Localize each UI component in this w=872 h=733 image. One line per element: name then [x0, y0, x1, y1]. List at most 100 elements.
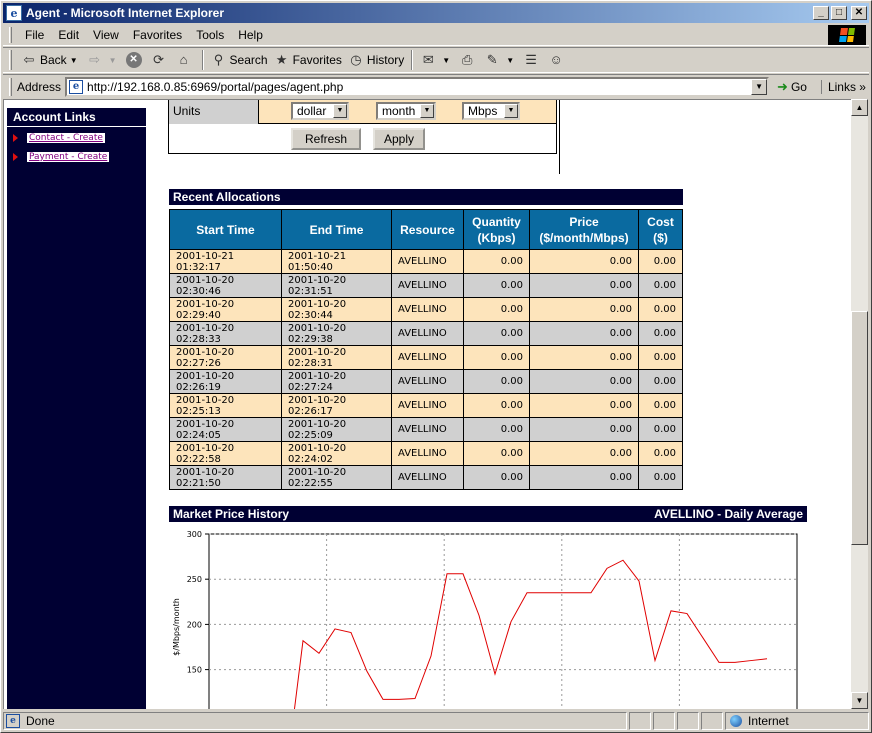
address-dropdown-icon[interactable]: ▼: [751, 78, 768, 95]
back-arrow-icon: ⇦: [23, 52, 35, 67]
page-viewport[interactable]: Account Links Contact - Create Payment -…: [3, 99, 851, 709]
stop-button[interactable]: ✕: [123, 49, 148, 71]
menu-file[interactable]: File: [18, 28, 51, 42]
contact-create-link[interactable]: Contact - Create: [27, 133, 105, 143]
window-title: Agent - Microsoft Internet Explorer: [26, 6, 225, 20]
cost-cell: 0.00: [638, 249, 683, 274]
price-cell: 0.00: [529, 369, 639, 394]
print-icon: ⎙: [461, 52, 473, 67]
ie-icon: e: [6, 5, 22, 21]
menu-favorites[interactable]: Favorites: [126, 28, 189, 42]
table-row: 2001-10-20 02:28:33 2001-10-20 02:29:38 AV…: [169, 321, 683, 346]
back-label: Back: [40, 53, 67, 67]
history-button[interactable]: ◷ History: [345, 49, 407, 71]
market-price-history-bar: Market Price History AVELLINO - Daily Av…: [169, 506, 807, 522]
search-icon: ⚲: [213, 52, 224, 67]
left-navigation: Account Links Contact - Create Payment -…: [7, 100, 146, 709]
col-quantity: Quantity (Kbps): [463, 209, 530, 250]
start-time-cell: 2001-10-20 02:30:46: [169, 273, 282, 298]
apply-button[interactable]: Apply: [373, 128, 425, 150]
scroll-down-icon[interactable]: ▼: [851, 692, 868, 709]
resource-cell: AVELLINO: [391, 441, 464, 466]
bullet-triangle-icon: [13, 134, 18, 142]
market-price-chart: 100150200250300$/Mbps/month: [169, 524, 809, 709]
browser-window: e Agent - Microsoft Internet Explorer _ …: [0, 0, 872, 733]
messenger-icon: ☺: [549, 52, 563, 67]
table-row: 2001-10-21 01:32:17 2001-10-21 01:50:40 AV…: [169, 249, 683, 274]
address-input[interactable]: e http://192.168.0.85:6969/portal/pages/…: [65, 76, 770, 97]
messenger-button[interactable]: ☺: [545, 49, 570, 71]
standard-toolbar: ⇦ Back ▼ ⇨ ▼ ✕ ⟳ ⌂ ⚲ Search ★ Favorites …: [3, 47, 869, 73]
go-button[interactable]: ➜ Go: [777, 79, 807, 95]
payment-create-link[interactable]: Payment - Create: [27, 152, 110, 162]
rate-select[interactable]: Mbps ▼: [462, 102, 520, 120]
start-time-cell: 2001-10-20 02:24:05: [169, 417, 282, 442]
price-series-line: [293, 559, 768, 709]
close-button[interactable]: ✕: [851, 6, 867, 20]
status-cell: [701, 712, 723, 730]
back-dropdown-icon[interactable]: ▼: [70, 56, 78, 65]
quantity-cell: 0.00: [463, 441, 530, 466]
end-time-cell: 2001-10-20 02:29:38: [281, 321, 392, 346]
quantity-cell: 0.00: [463, 345, 530, 370]
column-divider: [559, 100, 560, 174]
refresh-form-button[interactable]: Refresh: [291, 128, 361, 150]
links-button[interactable]: Links »: [820, 79, 866, 94]
currency-value: dollar: [297, 104, 327, 118]
chevron-down-icon[interactable]: ▼: [504, 104, 518, 118]
nav-item-contact-create[interactable]: Contact - Create: [13, 133, 146, 143]
scroll-up-icon[interactable]: ▲: [851, 99, 868, 116]
cost-cell: 0.00: [638, 441, 683, 466]
cost-cell: 0.00: [638, 417, 683, 442]
favorites-button[interactable]: ★ Favorites: [271, 49, 345, 71]
table-header-row: Start Time End Time Resource Quantity (K…: [169, 209, 683, 250]
y-tick-label: 150: [187, 666, 202, 675]
col-start-time: Start Time: [169, 209, 282, 250]
mail-dropdown-icon[interactable]: ▼: [442, 56, 450, 65]
recent-allocations-title: Recent Allocations: [169, 189, 683, 205]
chevron-down-icon[interactable]: ▼: [333, 104, 347, 118]
start-time-cell: 2001-10-20 02:22:58: [169, 441, 282, 466]
nav-item-payment-create[interactable]: Payment - Create: [13, 152, 146, 162]
allocations-table: Start Time End Time Resource Quantity (K…: [169, 209, 683, 490]
quantity-cell: 0.00: [463, 297, 530, 322]
scroll-thumb[interactable]: [851, 311, 868, 545]
search-button[interactable]: ⚲ Search: [208, 49, 271, 71]
vertical-scrollbar[interactable]: ▲ ▼: [851, 99, 868, 709]
resource-cell: AVELLINO: [391, 249, 464, 274]
minimize-button[interactable]: _: [813, 6, 829, 20]
mail-button[interactable]: ✉ ▼: [417, 49, 456, 71]
zone-label: Internet: [748, 714, 789, 728]
end-time-cell: 2001-10-20 02:31:51: [281, 273, 392, 298]
edit-dropdown-icon[interactable]: ▼: [506, 56, 514, 65]
discuss-button[interactable]: ☰: [520, 49, 545, 71]
chevron-down-icon[interactable]: ▼: [420, 104, 434, 118]
units-label: Units: [169, 100, 259, 124]
currency-select[interactable]: dollar ▼: [291, 102, 349, 120]
end-time-cell: 2001-10-20 02:25:09: [281, 417, 392, 442]
edit-button[interactable]: ✎ ▼: [481, 49, 520, 71]
menu-edit[interactable]: Edit: [51, 28, 86, 42]
toolbar-separator: [201, 50, 204, 70]
go-arrow-icon: ➜: [777, 78, 788, 94]
home-button[interactable]: ⌂: [173, 49, 198, 71]
menu-tools[interactable]: Tools: [189, 28, 231, 42]
market-title: Market Price History: [173, 507, 290, 521]
price-cell: 0.00: [529, 273, 639, 298]
quantity-cell: 0.00: [463, 417, 530, 442]
menu-help[interactable]: Help: [231, 28, 270, 42]
title-bar: e Agent - Microsoft Internet Explorer _ …: [3, 3, 869, 23]
period-select[interactable]: month ▼: [376, 102, 436, 120]
forward-dropdown-icon[interactable]: ▼: [109, 56, 117, 65]
print-button[interactable]: ⎙: [456, 49, 481, 71]
quantity-cell: 0.00: [463, 321, 530, 346]
menu-view[interactable]: View: [86, 28, 126, 42]
y-tick-label: 250: [187, 575, 202, 584]
refresh-button[interactable]: ⟳: [148, 49, 173, 71]
maximize-button[interactable]: □: [831, 6, 847, 20]
toolbar-separator: [411, 50, 414, 70]
allocations-body: 2001-10-21 01:32:17 2001-10-21 01:50:40 AV…: [169, 249, 683, 490]
address-url[interactable]: http://192.168.0.85:6969/portal/pages/ag…: [87, 80, 343, 94]
forward-button[interactable]: ⇨ ▼: [84, 49, 123, 71]
back-button[interactable]: ⇦ Back ▼: [18, 49, 84, 71]
